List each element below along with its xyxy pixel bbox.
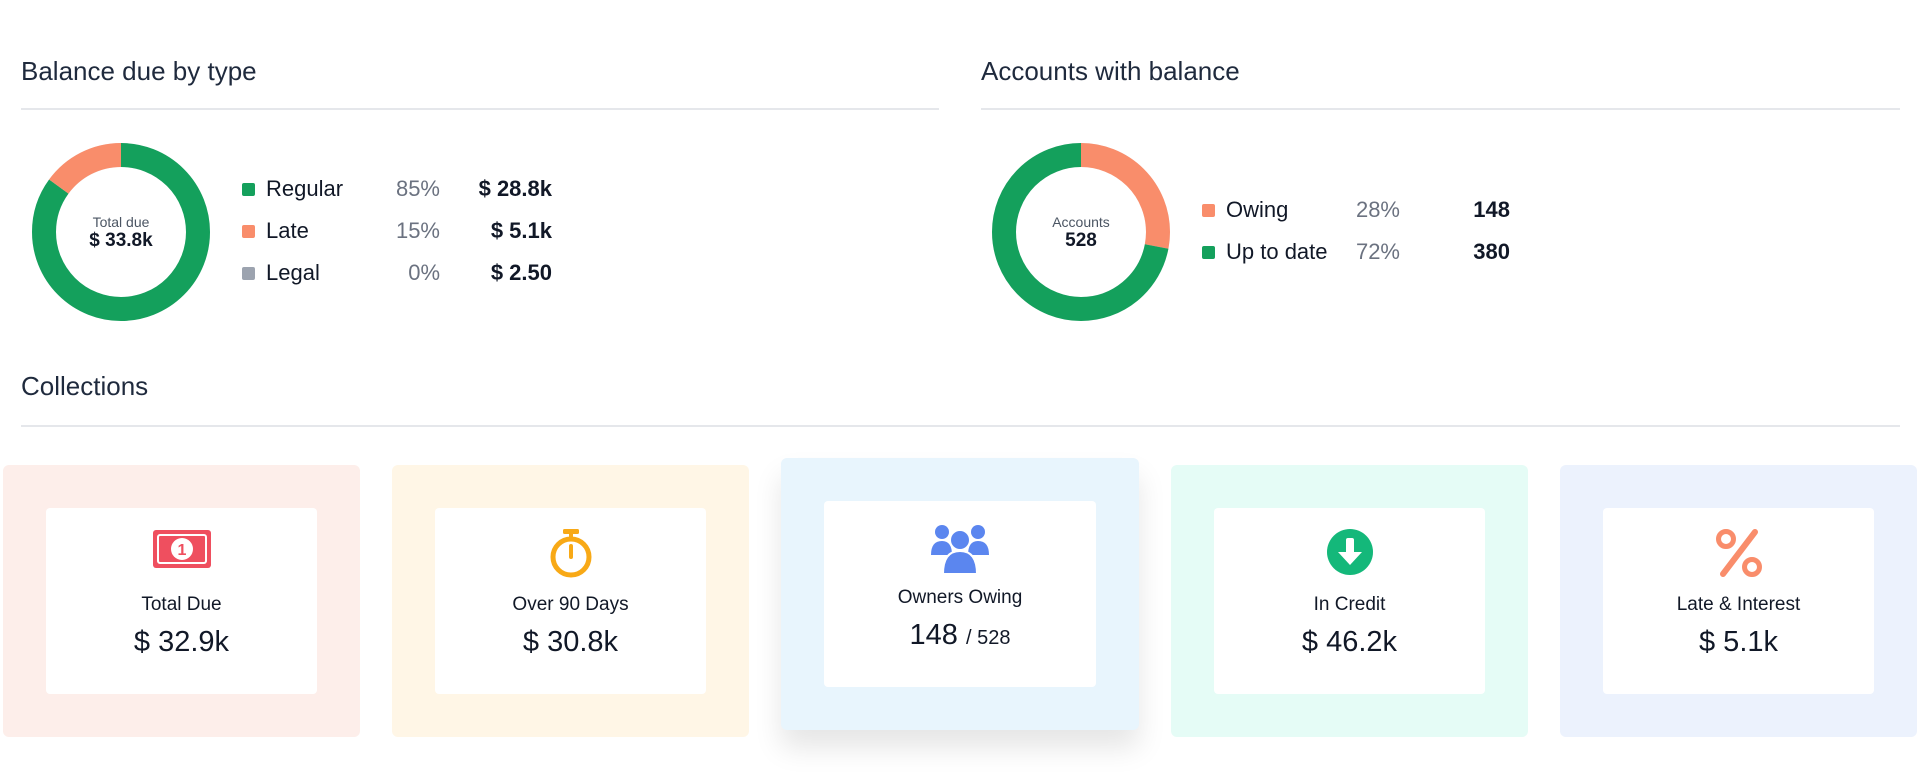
legend-name-legal: Legal [266, 260, 320, 285]
accounts-center-value: 528 [1065, 230, 1097, 251]
card-late-interest-body: Late & Interest $ 5.1k [1603, 508, 1874, 694]
legend-amount-legal: $ 2.50 [490, 260, 552, 285]
card-over-90-days-label: Over 90 Days [512, 594, 629, 615]
legend-amount-owing: 148 [1473, 197, 1510, 222]
card-in-credit-body: In Credit $ 46.2k [1214, 508, 1485, 694]
legend-swatch-legal [242, 267, 255, 280]
card-total-due-value: $ 32.9k [133, 626, 230, 658]
card-total-due[interactable]: 1 Total Due $ 32.9k [3, 465, 360, 737]
accounts-center-label: Accounts [1052, 214, 1110, 230]
legend-swatch-late [242, 225, 255, 238]
legend-amount-up-to-date: 380 [1473, 239, 1510, 264]
legend-swatch-regular [242, 183, 255, 196]
accounts-divider [981, 108, 1900, 110]
legend-row-late: Late 15% $ 5.1k [242, 216, 552, 246]
card-over-90-days[interactable]: Over 90 Days $ 30.8k [392, 465, 749, 737]
legend-name-regular: Regular [266, 176, 344, 201]
balance-due-center-value: $ 33.8k [89, 230, 153, 251]
legend-amount-regular: $ 28.8k [478, 176, 552, 201]
legend-name-owing: Owing [1226, 197, 1289, 222]
legend-name-up-to-date: Up to date [1226, 239, 1328, 264]
accounts-title: Accounts with balance [981, 56, 1240, 86]
money-bill-icon: 1 [46, 528, 317, 578]
legend-pct-up-to-date: 72% [1355, 239, 1400, 264]
collections-title: Collections [21, 371, 149, 401]
card-late-interest-label: Late & Interest [1676, 594, 1801, 615]
balance-due-title: Balance due by type [21, 56, 257, 86]
stopwatch-icon [435, 528, 706, 578]
card-in-credit-value: $ 46.2k [1301, 626, 1398, 658]
legend-amount-late: $ 5.1k [490, 218, 552, 243]
legend-row-legal: Legal 0% $ 2.50 [242, 258, 552, 288]
card-total-due-body: 1 Total Due $ 32.9k [46, 508, 317, 694]
card-owners-owing[interactable]: Owners Owing 148 / 528 [781, 458, 1139, 730]
legend-row-regular: Regular 85% $ 28.8k [242, 174, 552, 204]
card-late-interest[interactable]: Late & Interest $ 5.1k [1560, 465, 1917, 737]
card-owners-owing-label: Owners Owing [897, 587, 1023, 608]
arrow-down-circle-icon [1214, 528, 1485, 578]
collections-divider [21, 425, 1900, 427]
legend-pct-legal: 0% [408, 260, 440, 285]
card-over-90-days-body: Over 90 Days $ 30.8k [435, 508, 706, 694]
card-in-credit-label: In Credit [1313, 594, 1386, 615]
accounts-donut-center: Accounts 528 [1021, 214, 1141, 252]
card-late-interest-value: $ 5.1k [1699, 626, 1778, 658]
card-in-credit[interactable]: In Credit $ 46.2k [1171, 465, 1528, 737]
card-owners-owing-value: 148 / 528 [909, 619, 1011, 651]
legend-pct-owing: 28% [1355, 197, 1400, 222]
legend-name-late: Late [266, 218, 309, 243]
balance-due-center-label: Total due [92, 214, 150, 230]
legend-row-owing: Owing 28% 148 [1202, 195, 1510, 225]
legend-swatch-owing [1202, 204, 1215, 217]
legend-pct-regular: 85% [395, 176, 440, 201]
legend-pct-late: 15% [395, 218, 440, 243]
percent-icon [1603, 528, 1874, 578]
users-icon [824, 521, 1096, 575]
card-owners-owing-total: / 528 [965, 627, 1011, 649]
svg-text:1: 1 [177, 542, 186, 559]
balance-due-donut-center: Total due $ 33.8k [61, 214, 181, 252]
balance-due-divider [21, 108, 939, 110]
card-total-due-label: Total Due [141, 594, 222, 615]
legend-swatch-up-to-date [1202, 246, 1215, 259]
card-over-90-days-value: $ 30.8k [522, 626, 619, 658]
legend-row-up-to-date: Up to date 72% 380 [1202, 237, 1510, 267]
card-owners-owing-body: Owners Owing 148 / 528 [824, 501, 1096, 687]
